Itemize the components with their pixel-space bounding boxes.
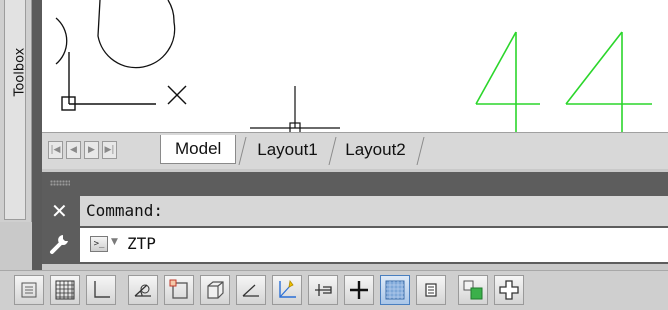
- properties-icon: [425, 283, 437, 297]
- object-snap-tracking-toggle[interactable]: [236, 275, 266, 305]
- first-tab-button[interactable]: |◀: [48, 141, 63, 159]
- toolbox-tab[interactable]: Toolbox: [4, 0, 28, 220]
- tab-layout2[interactable]: Layout2: [327, 137, 424, 165]
- 3d-object-snap-toggle[interactable]: [200, 275, 230, 305]
- dynamic-input-toggle[interactable]: [308, 275, 338, 305]
- ortho-mode-toggle[interactable]: [86, 275, 116, 305]
- grid-icon: [55, 280, 75, 300]
- tab-layout1[interactable]: Layout1: [238, 137, 336, 165]
- dynamic-ucs-icon: [279, 280, 296, 298]
- next-tab-button[interactable]: ▶: [84, 141, 99, 159]
- 3d-cube-icon: [207, 281, 224, 299]
- grip-handle[interactable]: [50, 180, 70, 186]
- tab-model-label: Model: [175, 139, 222, 158]
- command-history-text: Command:: [86, 201, 164, 220]
- ortho-icon: [94, 281, 110, 298]
- model-icon: [21, 282, 37, 298]
- command-line-panel: ✕ Command: >_ ▼ ZTP: [42, 172, 668, 264]
- polar-icon: [134, 284, 151, 297]
- command-input[interactable]: >_ ▼ ZTP: [80, 228, 668, 262]
- transparency-icon: [385, 280, 405, 300]
- drawn-digits-44: [475, 31, 652, 132]
- angle-icon: [242, 284, 259, 297]
- selection-cycling-icon: [463, 280, 483, 300]
- object-snap-icon: [169, 279, 188, 299]
- drawn-circle-arc: [97, 0, 176, 69]
- crosshair-icon: [350, 281, 368, 299]
- object-snap-toggle[interactable]: [164, 275, 194, 305]
- layout-tab-bar: |◀ ◀ ▶ ▶| Model Layout1 Layout2: [42, 132, 668, 169]
- selection-cycling-toggle[interactable]: [458, 275, 488, 305]
- toolbox-label: Toolbox: [12, 47, 28, 97]
- dynamic-ucs-toggle[interactable]: [272, 275, 302, 305]
- lineweight-toggle[interactable]: [344, 275, 374, 305]
- command-prompt-icon[interactable]: >_: [90, 236, 108, 252]
- tab-layout2-label: Layout2: [345, 140, 406, 159]
- tab-layout1-label: Layout1: [257, 140, 318, 159]
- dynamic-input-icon: [315, 284, 332, 296]
- drawing-canvas[interactable]: [42, 0, 668, 132]
- polar-tracking-toggle[interactable]: [128, 275, 158, 305]
- quick-properties-panel[interactable]: [416, 275, 446, 305]
- plus-icon: [499, 280, 519, 300]
- command-history: Command:: [80, 196, 668, 226]
- drawing-svg: [55, 0, 652, 132]
- command-input-value: ZTP: [127, 234, 156, 253]
- chevron-down-icon[interactable]: ▼: [111, 237, 118, 247]
- wrench-icon[interactable]: [49, 233, 71, 255]
- transparency-toggle[interactable]: [380, 275, 410, 305]
- last-tab-button[interactable]: ▶|: [102, 141, 117, 159]
- previous-tab-button[interactable]: ◀: [66, 141, 81, 159]
- toolbox-palette: Toolbox: [0, 0, 32, 222]
- tab-model[interactable]: Model: [160, 135, 237, 164]
- close-icon[interactable]: ✕: [51, 201, 68, 221]
- drawn-arc: [55, 17, 68, 65]
- annotation-monitor-toggle[interactable]: [494, 275, 524, 305]
- palette-divider: [32, 0, 42, 270]
- grid-display-toggle[interactable]: [50, 275, 80, 305]
- quick-properties-toggle[interactable]: [14, 275, 44, 305]
- status-bar: [0, 270, 668, 310]
